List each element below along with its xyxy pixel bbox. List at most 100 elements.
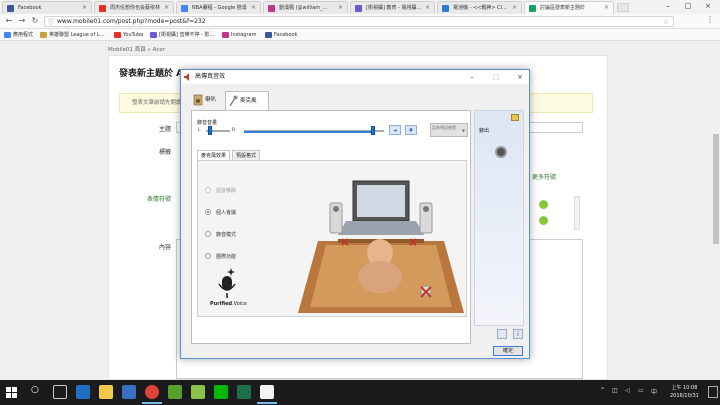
tab-battery[interactable]: 電池機 - <<戰神> Cl... × — [437, 1, 522, 14]
bookmark-apps[interactable]: 應用程式 — [4, 31, 33, 39]
close-window-button[interactable]: × — [700, 0, 716, 12]
bookmark-facebook[interactable]: Facebook — [265, 31, 298, 39]
new-tab-button[interactable] — [617, 3, 629, 12]
balance-slider-thumb[interactable] — [208, 126, 212, 135]
chrome-icon[interactable] — [142, 385, 162, 404]
apps-icon — [4, 32, 11, 38]
tab-instagram[interactable]: 劉濱楓 (@william_... × — [263, 1, 348, 14]
emoji-scrollbar[interactable] — [574, 196, 580, 230]
bookmark-youtube[interactable]: YouTube — [114, 31, 143, 39]
tab-default-format[interactable]: 預設格式 — [232, 150, 261, 160]
emoji-picker[interactable] — [527, 196, 583, 230]
minimize-button[interactable]: – — [660, 0, 676, 12]
minimize-button[interactable]: – — [464, 70, 480, 84]
battery-icon[interactable]: ▭ — [638, 387, 644, 394]
tray-expand-icon[interactable]: ^ — [600, 387, 605, 394]
tab-speakers[interactable]: 喇叭 — [191, 91, 225, 110]
browser-toolbar: ← → ↻ ⓘ www.mobile01.com/post.php?mode=p… — [0, 14, 720, 29]
network-icon[interactable]: ◫ — [612, 387, 618, 394]
option-radio — [205, 187, 211, 193]
close-icon[interactable]: × — [425, 2, 430, 14]
tab-video[interactable]: [衛視攝] 教育 - 電視攝... × — [350, 1, 435, 14]
video-icon — [355, 5, 362, 12]
reload-icon[interactable]: ↻ — [29, 15, 41, 27]
windows-start-icon[interactable] — [6, 387, 17, 398]
tab-microphone[interactable]: 麥克風 — [225, 91, 269, 110]
close-icon[interactable]: × — [164, 2, 169, 14]
youtube-icon — [99, 5, 106, 12]
close-icon[interactable]: × — [604, 2, 609, 14]
excel-icon[interactable] — [237, 385, 251, 399]
ok-button[interactable]: 確定 — [493, 346, 523, 356]
scroll-thumb[interactable] — [713, 134, 719, 244]
breadcrumb[interactable]: Mobile01 首頁 » Acer — [108, 45, 165, 53]
connector-panel: 錄出 — [474, 110, 524, 326]
audio-dialog: 高傳真音效 – □ × 喇叭 麥克風 錄音音量 L R ◂ ♦ 設為預設裝置 ▼… — [180, 69, 530, 359]
option-label: 個人會議 — [216, 210, 237, 216]
close-icon[interactable]: × — [512, 2, 517, 14]
file-explorer-icon[interactable] — [99, 385, 113, 399]
option-radio[interactable] — [205, 209, 211, 215]
device-settings-icon[interactable] — [497, 329, 507, 339]
forward-icon[interactable]: → — [16, 15, 28, 27]
input-method-icon[interactable]: 中 — [651, 387, 657, 396]
bookmark-star-icon[interactable]: ☆ — [663, 17, 669, 27]
address-bar[interactable]: ⓘ www.mobile01.com/post.php?mode=post&f=… — [44, 16, 674, 27]
bookmark-lol[interactable]: 英雄聯盟 League of L... — [40, 31, 104, 39]
page-scrollbar[interactable] — [712, 82, 720, 405]
minecraft-icon[interactable] — [168, 385, 182, 399]
more-emoji-link[interactable]: 更多符號 — [532, 172, 556, 181]
tab-google[interactable]: NBA賽程 - Google 搜尋 × — [176, 1, 261, 14]
option-label: 語音移除 — [216, 188, 237, 194]
back-icon[interactable]: ← — [3, 15, 15, 27]
option-radio[interactable] — [205, 253, 211, 259]
bookmark-instagram[interactable]: Instagram — [222, 31, 256, 39]
tab-mobile01[interactable]: 討論區發表新主題於 × — [524, 1, 614, 14]
conference-room-illustration — [298, 180, 464, 313]
maximize-button[interactable]: □ — [680, 0, 696, 12]
search-icon[interactable]: ○ — [31, 385, 39, 395]
volume-slider-thumb[interactable] — [371, 126, 375, 135]
mobile01-icon — [529, 5, 536, 12]
tab-label: Facebook — [18, 5, 42, 11]
set-default-device-dropdown[interactable]: 設為預設裝置 ▼ — [430, 123, 468, 137]
notifications-icon[interactable] — [708, 386, 718, 398]
volume-slider-fill — [244, 131, 373, 133]
option-radio[interactable] — [205, 231, 211, 237]
video-icon — [150, 32, 157, 38]
instagram-icon — [222, 32, 229, 38]
edge-icon[interactable] — [76, 385, 90, 399]
close-icon[interactable]: × — [82, 2, 87, 14]
mic-jack-icon[interactable] — [495, 146, 507, 158]
close-icon[interactable]: × — [251, 2, 256, 14]
tab-label: 劉濱楓 (@william_... — [279, 5, 328, 11]
boost-icon[interactable]: ♦ — [405, 125, 417, 135]
connector-label: 錄出 — [479, 128, 490, 134]
microphone-icon — [229, 95, 238, 107]
close-icon[interactable]: × — [338, 2, 343, 14]
mute-icon[interactable]: ◂ — [389, 125, 401, 135]
purified-voice-mic-icon — [218, 268, 236, 298]
close-button[interactable]: × — [512, 70, 528, 84]
store-icon[interactable] — [122, 385, 136, 399]
url-text: www.mobile01.com/post.php?mode=post&f=23… — [57, 18, 206, 25]
volume-icon[interactable]: ◁ — [625, 387, 630, 394]
menu-icon[interactable]: ⋮ — [706, 15, 714, 24]
smiley-icon[interactable] — [539, 216, 548, 225]
line-icon[interactable] — [214, 385, 228, 399]
app-icon[interactable] — [191, 385, 205, 399]
tab-label: [衛視攝] 教育 - 電視攝... — [366, 5, 422, 11]
page-info-icon[interactable]: ⓘ — [48, 18, 54, 28]
tab-microphone-effects[interactable]: 麥克風效果 — [197, 150, 231, 160]
task-view-icon[interactable] — [53, 385, 67, 399]
speaker-icon — [184, 73, 189, 81]
clock-time: 上午 10:08 — [671, 385, 698, 391]
tab-youtube[interactable]: 周杰伦想你也会蔡依林 × — [94, 1, 174, 14]
smiley-icon[interactable] — [539, 200, 548, 209]
folder-icon[interactable] — [511, 114, 519, 121]
bookmark-music[interactable]: [衛視攝] 音樂不停 - 影... — [150, 31, 214, 39]
tab-facebook[interactable]: Facebook × — [2, 1, 92, 14]
clock[interactable]: 上午 10:08 2016/10/31 — [670, 384, 699, 400]
info-icon[interactable]: i — [513, 329, 523, 339]
audio-manager-icon[interactable] — [257, 385, 277, 404]
